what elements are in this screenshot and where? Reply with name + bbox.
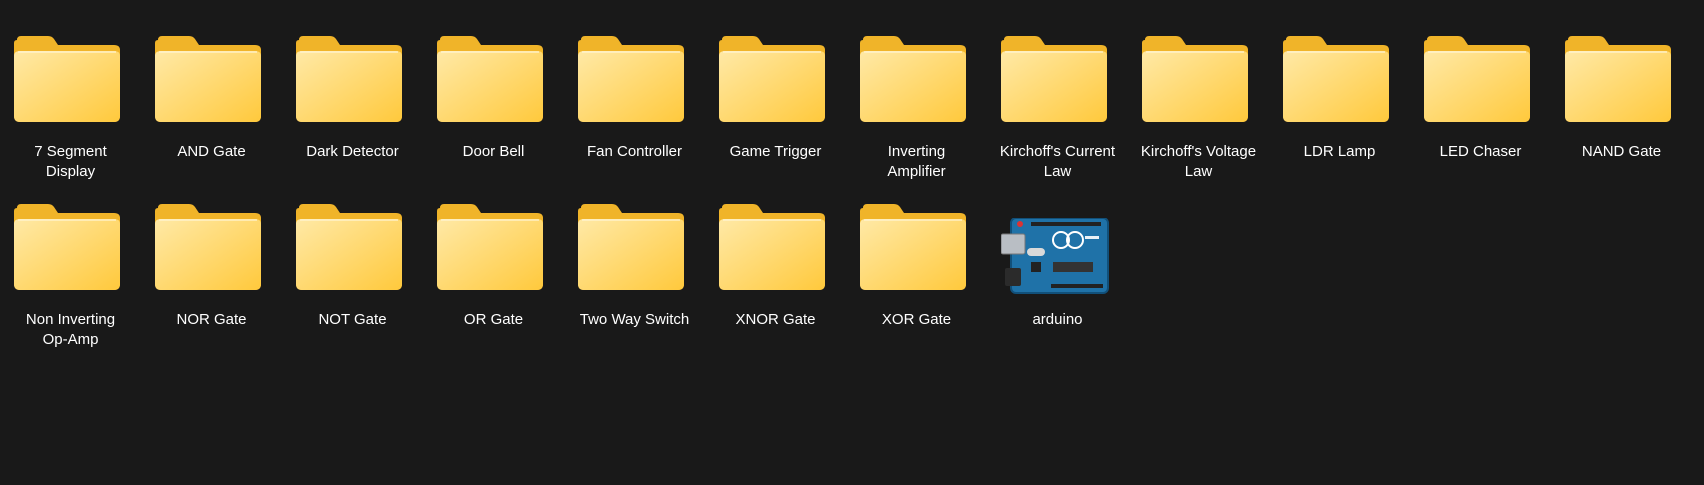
folder-icon — [0, 0, 141, 134]
file-grid: 7 Segment Display AND Gate Dark Detector… — [0, 0, 1704, 485]
folder-icon — [1128, 0, 1269, 134]
folder-icon — [705, 0, 846, 134]
folder-item[interactable]: Game Trigger — [705, 0, 846, 168]
item-label: Non Inverting Op-Amp — [25, 311, 116, 348]
folder-icon — [846, 168, 987, 302]
folder-icon — [282, 168, 423, 302]
folder-item[interactable]: LED Chaser — [1410, 0, 1551, 168]
folder-item[interactable]: Dark Detector — [282, 0, 423, 168]
folder-item[interactable]: OR Gate — [423, 168, 564, 336]
item-label: OR Gate — [463, 311, 524, 328]
item-label: NOT Gate — [318, 311, 387, 328]
folder-icon — [423, 168, 564, 302]
item-label: Door Bell — [462, 143, 525, 160]
folder-item[interactable]: NOR Gate — [141, 168, 282, 336]
folder-icon — [0, 168, 141, 302]
folder-icon — [846, 0, 987, 134]
folder-icon — [1410, 0, 1551, 134]
folder-item[interactable]: AND Gate — [141, 0, 282, 168]
folder-item[interactable]: XOR Gate — [846, 168, 987, 336]
folder-item[interactable]: Kirchoff's Voltage Law — [1128, 0, 1269, 180]
item-label: LED Chaser — [1439, 143, 1522, 160]
item-label: XNOR Gate — [735, 311, 816, 328]
folder-icon — [705, 168, 846, 302]
folder-icon — [282, 0, 423, 134]
folder-item[interactable]: NOT Gate — [282, 168, 423, 336]
folder-icon — [1551, 0, 1692, 134]
folder-item[interactable]: Inverting Amplifier — [846, 0, 987, 180]
folder-icon — [423, 0, 564, 134]
folder-icon — [564, 0, 705, 134]
item-label: LDR Lamp — [1303, 143, 1376, 160]
folder-item[interactable]: 7 Segment Display — [0, 0, 141, 180]
folder-item[interactable]: Two Way Switch — [564, 168, 705, 336]
item-label: NOR Gate — [176, 311, 247, 328]
item-label: AND Gate — [177, 143, 246, 160]
item-label: Fan Controller — [586, 143, 683, 160]
folder-item[interactable]: XNOR Gate — [705, 168, 846, 336]
folder-item[interactable]: LDR Lamp — [1269, 0, 1410, 168]
arduino-board-icon — [987, 168, 1128, 302]
folder-icon — [987, 0, 1128, 134]
item-label: Kirchoff's Voltage Law — [1140, 143, 1257, 180]
folder-item[interactable]: Fan Controller — [564, 0, 705, 168]
file-item[interactable]: arduino — [987, 168, 1128, 336]
item-label: Game Trigger — [729, 143, 822, 160]
folder-icon — [1269, 0, 1410, 134]
folder-icon — [141, 168, 282, 302]
folder-item[interactable]: NAND Gate — [1551, 0, 1692, 168]
item-label: NAND Gate — [1581, 143, 1662, 160]
item-label: Dark Detector — [306, 143, 399, 160]
folder-item[interactable]: Kirchoff's Current Law — [987, 0, 1128, 180]
item-label: XOR Gate — [881, 311, 952, 328]
folder-item[interactable]: Door Bell — [423, 0, 564, 168]
item-label: Two Way Switch — [579, 311, 690, 328]
item-label: arduino — [1032, 311, 1083, 328]
folder-icon — [141, 0, 282, 134]
folder-item[interactable]: Non Inverting Op-Amp — [0, 168, 141, 348]
folder-icon — [564, 168, 705, 302]
